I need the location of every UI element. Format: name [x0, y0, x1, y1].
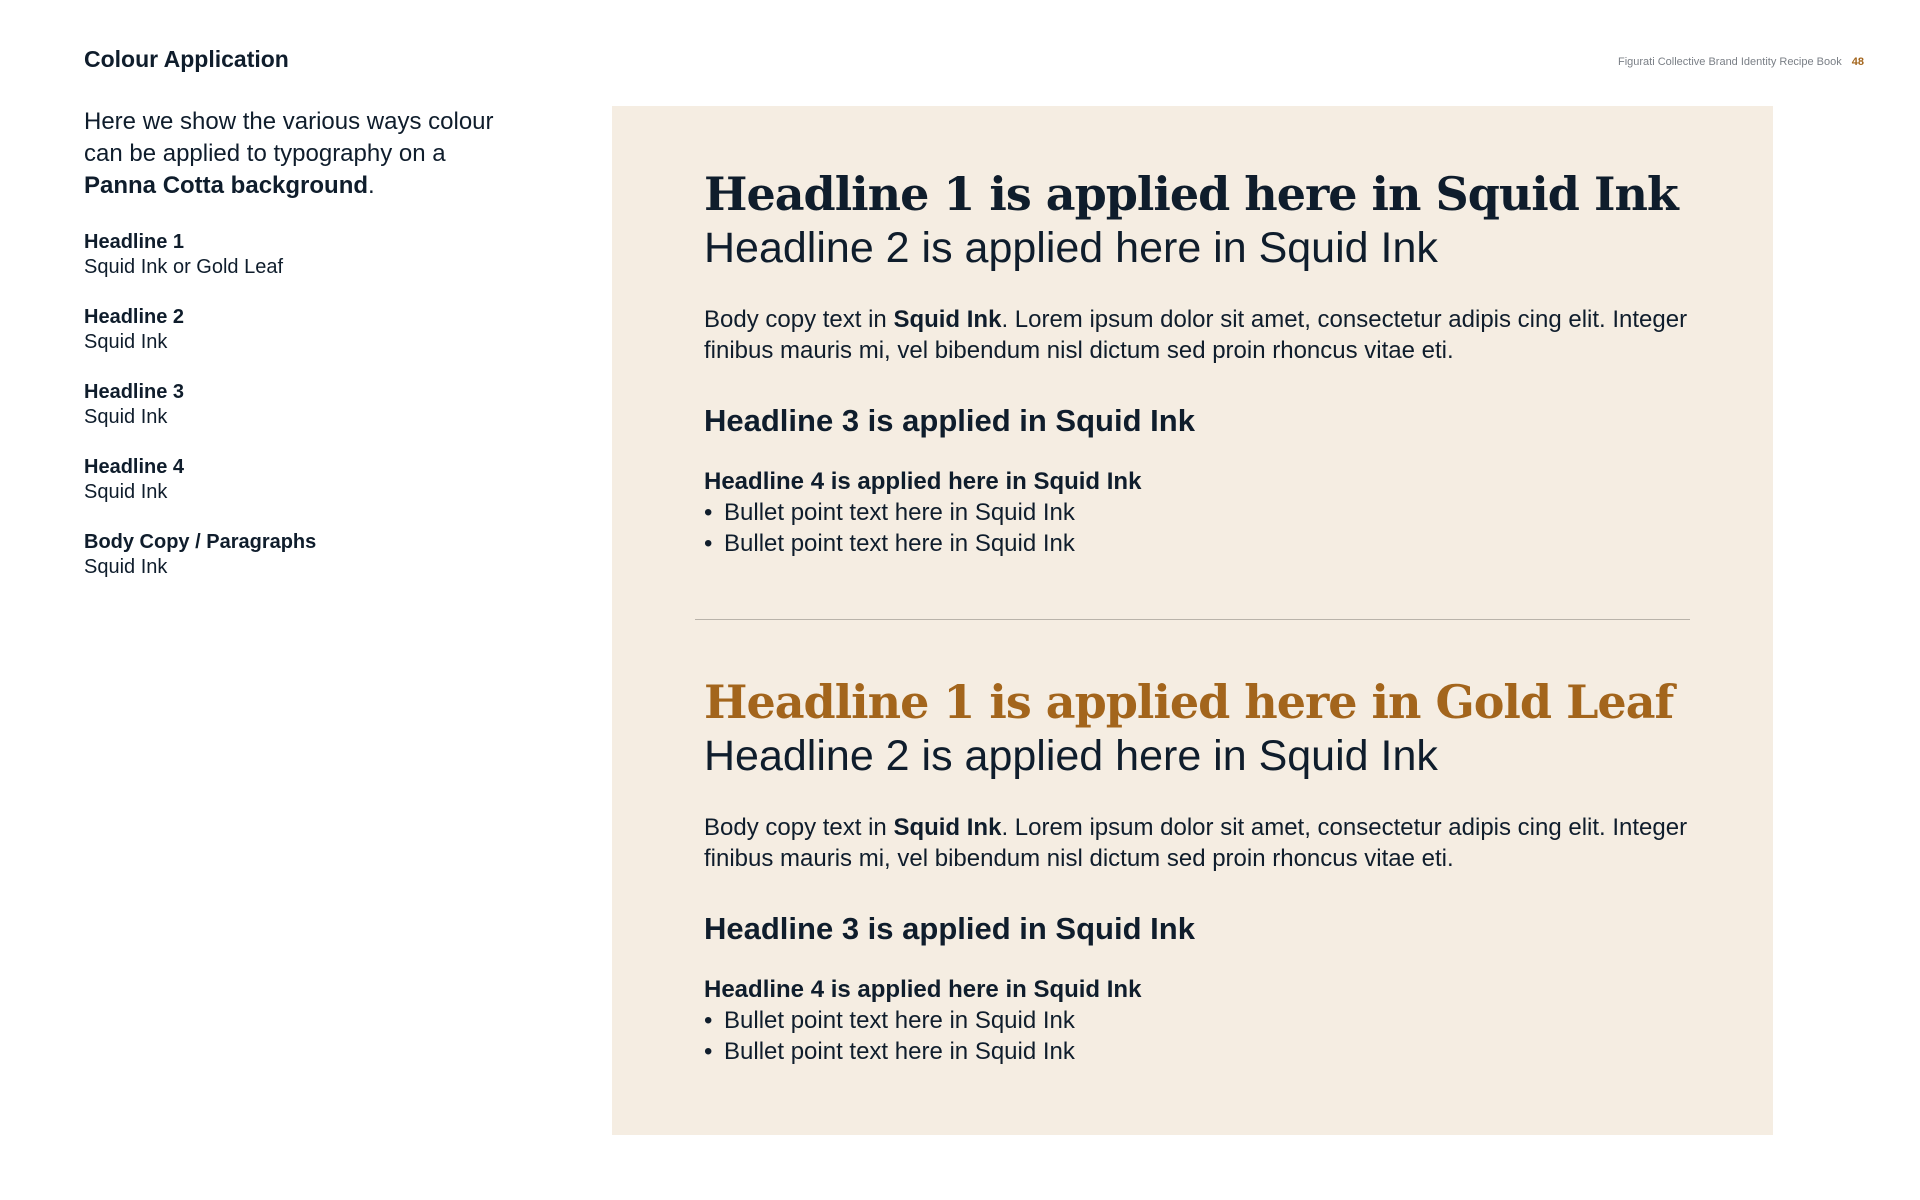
headline-1-gold-sample: Headline 1 is applied here in Gold Leaf [704, 675, 1674, 729]
body-copy-sample: Body copy text in Squid Ink. Lorem ipsum… [704, 812, 1704, 874]
legend-item: Headline 3 Squid Ink [84, 380, 504, 430]
running-head: Figurati Collective Brand Identity Recip… [1618, 56, 1864, 68]
legend-desc: Squid Ink [84, 556, 168, 578]
intro-end: . [368, 172, 375, 199]
sample-squid-ink: Headline 1 is applied here in Squid Ink … [704, 166, 1704, 559]
legend-title: Headline 4 [84, 456, 185, 478]
page-number: 48 [1851, 56, 1864, 68]
legend-desc: Squid Ink [84, 481, 168, 503]
legend-desc: Squid Ink [84, 331, 168, 353]
headline-2-sample: Headline 2 is applied here in Squid Ink [704, 732, 1438, 780]
intro-bold: Panna Cotta background [84, 172, 369, 199]
type-colour-legend: Headline 1 Squid Ink or Gold Leaf Headli… [84, 230, 504, 605]
bullet-list: Bullet point text here in Squid Ink Bull… [704, 1005, 1704, 1067]
bullet-item: Bullet point text here in Squid Ink [704, 528, 1704, 559]
legend-title: Headline 1 [84, 231, 185, 253]
headline-4-sample: Headline 4 is applied here in Squid Ink [704, 976, 1142, 1003]
legend-desc: Squid Ink [84, 406, 168, 428]
headline-2-sample: Headline 2 is applied here in Squid Ink [704, 224, 1438, 272]
legend-title: Headline 3 [84, 381, 185, 403]
section-divider [695, 619, 1690, 620]
body-prefix: Body copy text in [704, 306, 894, 333]
intro-text: Here we show the various ways colour can… [84, 108, 494, 167]
bullet-item: Bullet point text here in Squid Ink [704, 1036, 1704, 1067]
bullet-list: Bullet point text here in Squid Ink Bull… [704, 497, 1704, 559]
headline-3-sample: Headline 3 is applied in Squid Ink [704, 911, 1195, 946]
legend-item: Body Copy / Paragraphs Squid Ink [84, 530, 504, 580]
body-prefix: Body copy text in [704, 814, 894, 841]
body-bold: Squid Ink [893, 306, 1002, 333]
legend-item: Headline 4 Squid Ink [84, 455, 504, 505]
panna-cotta-panel: Headline 1 is applied here in Squid Ink … [612, 106, 1773, 1135]
legend-title: Body Copy / Paragraphs [84, 531, 317, 553]
legend-title: Headline 2 [84, 306, 185, 328]
legend-item: Headline 2 Squid Ink [84, 305, 504, 355]
headline-1-sample: Headline 1 is applied here in Squid Ink [704, 167, 1679, 221]
legend-item: Headline 1 Squid Ink or Gold Leaf [84, 230, 504, 280]
bullet-item: Bullet point text here in Squid Ink [704, 497, 1704, 528]
intro-paragraph: Here we show the various ways colour can… [84, 106, 504, 202]
body-copy-sample: Body copy text in Squid Ink. Lorem ipsum… [704, 304, 1704, 366]
sample-gold-leaf: Headline 1 is applied here in Gold Leaf … [704, 674, 1704, 1067]
body-bold: Squid Ink [893, 814, 1002, 841]
legend-desc: Squid Ink or Gold Leaf [84, 256, 284, 278]
page-title: Colour Application [84, 46, 289, 72]
bullet-item: Bullet point text here in Squid Ink [704, 1005, 1704, 1036]
headline-4-sample: Headline 4 is applied here in Squid Ink [704, 468, 1142, 495]
running-head-title: Figurati Collective Brand Identity Recip… [1617, 56, 1842, 68]
headline-3-sample: Headline 3 is applied in Squid Ink [704, 403, 1195, 438]
